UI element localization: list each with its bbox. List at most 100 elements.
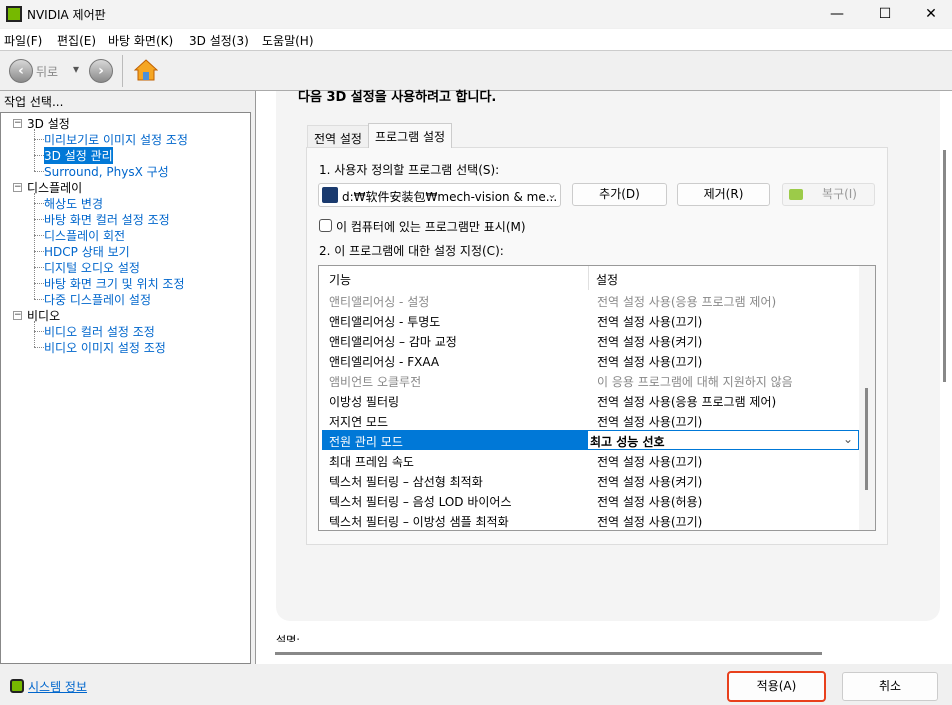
tab-program-settings[interactable]: 프로그램 설정 [368,123,453,148]
task-select-header: 작업 선택... [4,95,64,109]
setting-cell[interactable]: 최고 성능 선호 [590,433,665,450]
column-divider [588,266,589,290]
nvidia-icon [789,189,803,200]
collapse-icon[interactable]: − [13,183,22,192]
arrow-right-icon[interactable]: › [89,59,113,83]
program-select-value: d:₩软件安装包₩mech-vision & me... [342,190,558,204]
feature-cell: 텍스처 필터링 – 삼선형 최적화 [329,475,483,489]
setting-cell: 전역 설정 사용(응용 프로그램 제어) [597,395,777,409]
window-title: NVIDIA 제어판 [27,8,106,22]
arrow-left-icon[interactable]: ‹ [9,59,33,83]
tree-group[interactable]: 디스플레이 [27,179,82,196]
feature-cell: 텍스처 필터링 – 이방성 샘플 최적화 [329,515,509,529]
feature-cell: 저지연 모드 [329,415,389,429]
tree-item[interactable]: 비디오 이미지 설정 조정 [44,339,166,356]
toolbar-divider [122,55,123,87]
tree-item[interactable]: 바탕 화면 크기 및 위치 조정 [44,275,185,292]
column-header-feature[interactable]: 기능 [329,271,351,288]
apply-button[interactable]: 적용(A) [727,671,826,702]
restore-label: 복구(I) [822,187,857,201]
table-row[interactable]: 앤티앨리어싱 – 감마 교정 전역 설정 사용(켜기) [319,330,859,350]
horizontal-scrollbar[interactable] [275,652,822,655]
tree-connector [34,235,44,236]
step2-label: 2. 이 프로그램에 대한 설정 지정(C): [319,244,504,258]
tree-connector [34,219,44,220]
collapse-icon[interactable]: − [13,311,22,320]
tree-connector [34,347,44,348]
menu-file[interactable]: 파일(F) [4,32,42,49]
table-row[interactable]: 앤티앨리어싱 - 투명도 전역 설정 사용(끄기) [319,310,859,330]
menu-edit[interactable]: 편집(E) [57,32,96,49]
setting-cell: 전역 설정 사용(끄기) [597,455,703,469]
feature-cell: 최대 프레임 속도 [329,455,414,469]
tree-item[interactable]: HDCP 상태 보기 [44,243,130,260]
close-button[interactable]: ✕ [908,0,952,28]
table-row[interactable]: 앤티엘리어싱 - FXAA 전역 설정 사용(끄기) [319,350,859,370]
tree-connector [34,321,35,347]
setting-cell: 전역 설정 사용(끄기) [597,515,703,529]
program-icon [322,187,338,203]
table-row[interactable]: 앤티앨리어싱 - 설정 전역 설정 사용(응용 프로그램 제어) [319,290,859,310]
tree-connector [34,283,44,284]
setting-cell: 전역 설정 사용(응용 프로그램 제어) [597,295,777,309]
show-local-programs-label[interactable]: 이 컴퓨터에 있는 프로그램만 표시(M) [336,218,526,235]
show-local-programs-checkbox[interactable] [319,219,332,232]
restore-button[interactable]: 복구(I) [782,183,875,206]
nvidia-logo-icon [6,6,22,22]
table-row[interactable]: 저지연 모드 전역 설정 사용(끄기) [319,410,859,430]
setting-cell: 이 응용 프로그램에 대해 지원하지 않음 [597,375,793,389]
tree-item[interactable]: 해상도 변경 [44,195,103,212]
table-row[interactable]: 텍스처 필터링 – 음성 LOD 바이어스 전역 설정 사용(허용) [319,490,859,510]
system-info-link[interactable]: 시스템 정보 [28,678,87,695]
home-icon[interactable] [133,58,159,82]
feature-cell: 이방성 필터링 [329,395,400,409]
table-row[interactable]: 이방성 필터링 전역 설정 사용(응용 프로그램 제어) [319,390,859,410]
history-dropdown[interactable]: ▾ [73,62,79,76]
tree-item[interactable]: 바탕 화면 컬러 설정 조정 [44,211,170,228]
tree-item[interactable]: Surround, PhysX 구성 [44,163,169,180]
cancel-button[interactable]: 취소 [842,672,938,701]
menu-3d-settings[interactable]: 3D 설정(3) [189,32,249,49]
back-button-label[interactable]: 뒤로 [36,63,58,80]
table-row[interactable]: 앰비언트 오클루전 이 응용 프로그램에 대해 지원하지 않음 [319,370,859,390]
chevron-down-icon: ⌄ [547,187,558,201]
feature-cell: 앤티앨리어싱 – 감마 교정 [329,335,457,349]
tab-global-settings[interactable]: 전역 설정 [307,125,369,148]
table-scrollbar[interactable] [859,266,875,530]
tree-item[interactable]: 디스플레이 회전 [44,227,125,244]
feature-cell: 앰비언트 오클루전 [329,375,422,389]
setting-cell: 전역 설정 사용(허용) [597,495,703,509]
chevron-down-icon[interactable]: ⌄ [843,432,853,446]
tree-item[interactable]: 미리보기로 이미지 설정 조정 [44,131,188,148]
tree-item[interactable]: 디지털 오디오 설정 [44,259,140,276]
minimize-button[interactable]: — [814,0,860,28]
feature-cell: 앤티앨리어싱 - 설정 [329,295,430,309]
tree-item[interactable]: 비디오 컬러 설정 조정 [44,323,155,340]
tree-connector [34,139,44,140]
task-tree: −3D 설정 미리보기로 이미지 설정 조정 3D 설정 관리 Surround, P… [0,112,251,664]
add-button[interactable]: 추가(D) [572,183,667,206]
tree-item[interactable]: 3D 설정 관리 [44,147,113,164]
vertical-scrollbar[interactable] [943,150,946,382]
table-row[interactable]: 최대 프레임 속도 전역 설정 사용(끄기) [319,450,859,470]
table-row[interactable]: 텍스처 필터링 – 삼선형 최적화 전역 설정 사용(켜기) [319,470,859,490]
table-row[interactable]: 텍스처 필터링 – 이방성 샘플 최적화 전역 설정 사용(끄기) [319,510,859,530]
tree-item[interactable]: 다중 디스플레이 설정 [44,291,151,308]
remove-button[interactable]: 제거(R) [677,183,770,206]
table-scrollbar-thumb[interactable] [865,388,868,490]
collapse-icon[interactable]: − [13,119,22,128]
tree-connector [34,203,44,204]
menu-desktop[interactable]: 바탕 화면(K) [108,32,173,49]
feature-cell: 텍스처 필터링 – 음성 LOD 바이어스 [329,495,512,509]
step1-label: 1. 사용자 정의할 프로그램 선택(S): [319,163,500,177]
menu-help[interactable]: 도움말(H) [262,32,314,49]
tree-connector [34,193,35,299]
column-header-setting[interactable]: 설정 [596,271,618,288]
maximize-button[interactable]: ☐ [862,0,908,28]
tree-group[interactable]: 비디오 [27,307,60,324]
tree-connector [34,267,44,268]
tree-connector [34,299,44,300]
program-select[interactable]: d:₩软件安装包₩mech-vision & me... ⌄ [318,183,561,207]
setting-cell: 전역 설정 사용(켜기) [597,335,703,349]
table-row[interactable]: 전원 관리 모드 최고 성능 선호 ⌄ [319,430,859,450]
